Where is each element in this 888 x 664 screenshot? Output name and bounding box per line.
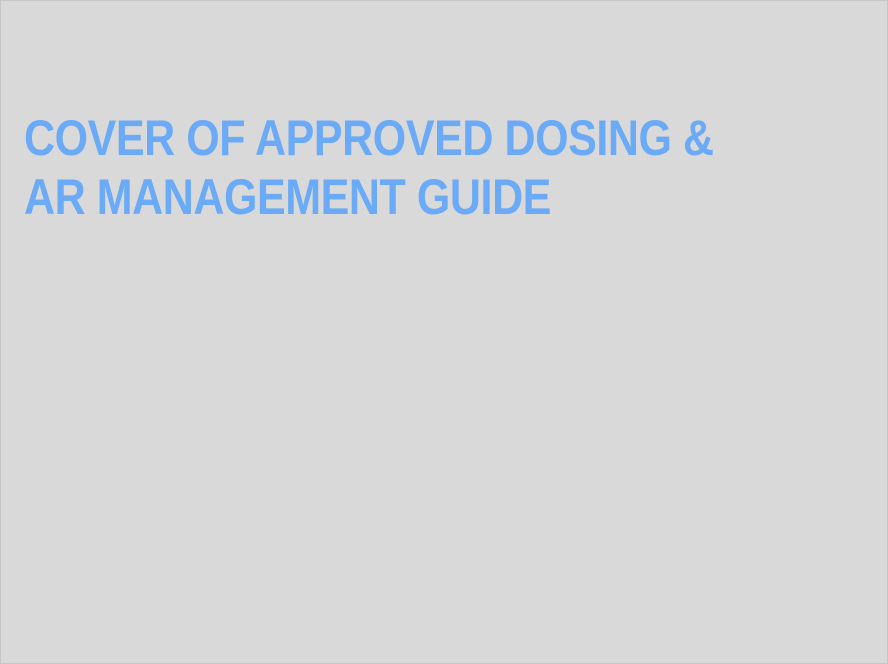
image-placeholder: COVER OF APPROVED DOSING & AR MANAGEMENT… (0, 0, 888, 664)
placeholder-title-line-1: COVER OF APPROVED DOSING & (24, 110, 714, 166)
placeholder-title: COVER OF APPROVED DOSING & AR MANAGEMENT… (24, 109, 746, 227)
placeholder-title-line-2: AR MANAGEMENT GUIDE (24, 169, 551, 225)
